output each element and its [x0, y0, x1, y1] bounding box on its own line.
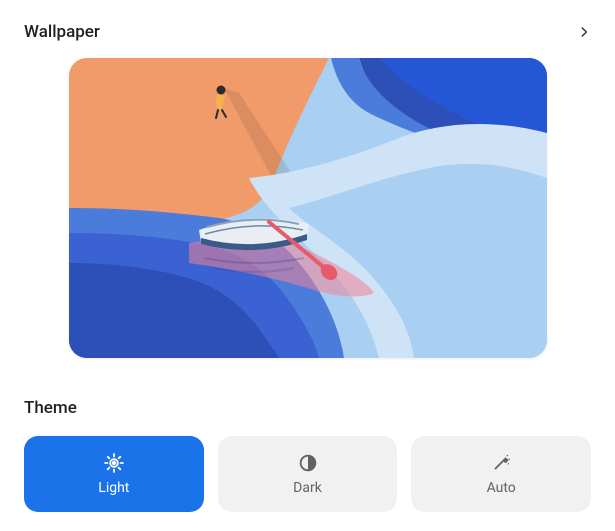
- wallpaper-row[interactable]: Wallpaper: [20, 18, 595, 52]
- theme-label-dark: Dark: [293, 480, 322, 496]
- theme-option-light[interactable]: Light: [24, 436, 204, 512]
- wallpaper-preview[interactable]: [69, 58, 547, 358]
- theme-section: Theme Light: [20, 398, 595, 512]
- theme-label-light: Light: [98, 480, 129, 496]
- chevron-right-icon: [577, 25, 591, 39]
- contrast-icon: [297, 452, 319, 474]
- theme-title: Theme: [20, 398, 595, 436]
- brightness-icon: [103, 452, 125, 474]
- theme-options: Light Dark Auto: [20, 436, 595, 512]
- wallpaper-title: Wallpaper: [24, 22, 100, 42]
- theme-label-auto: Auto: [487, 480, 516, 496]
- magic-wand-icon: [490, 452, 512, 474]
- theme-option-auto[interactable]: Auto: [411, 436, 591, 512]
- theme-option-dark[interactable]: Dark: [218, 436, 398, 512]
